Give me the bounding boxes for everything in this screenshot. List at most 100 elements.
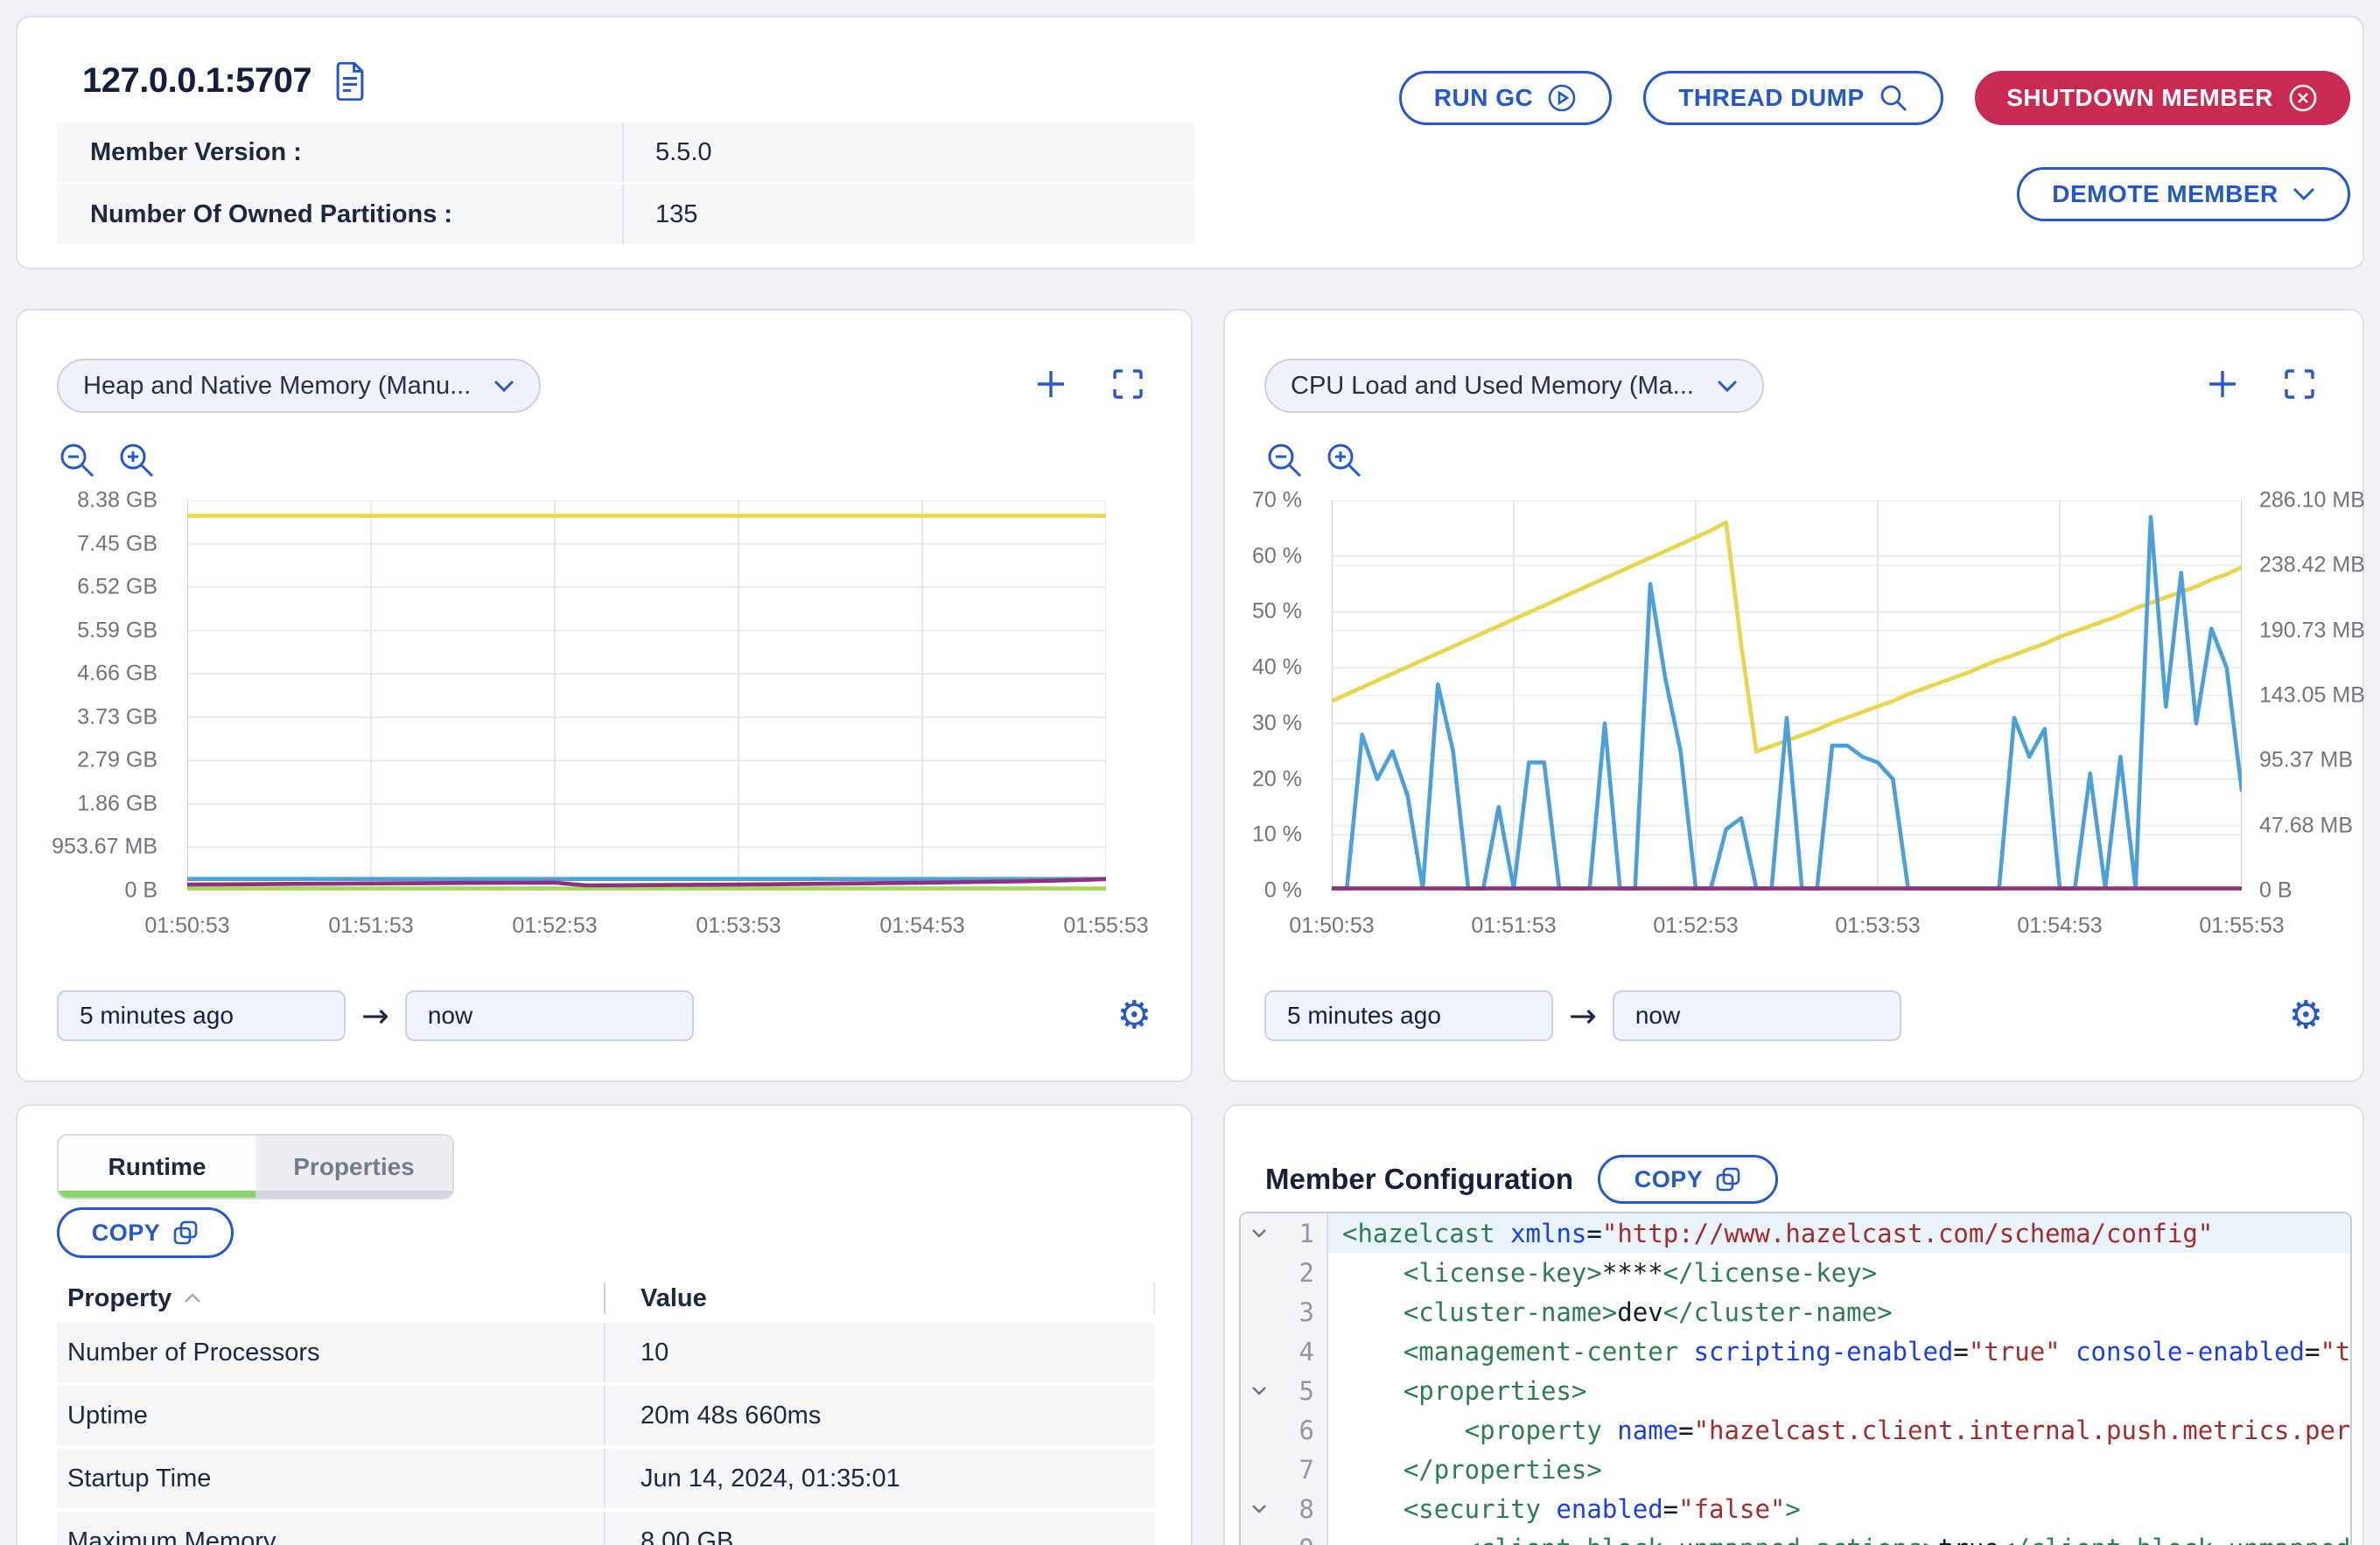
time-from-input[interactable] <box>57 990 346 1041</box>
x-axis-labels: 01:50:5301:51:5301:52:5301:53:5301:54:53… <box>187 905 1106 941</box>
tab-properties[interactable]: Properties <box>256 1136 452 1198</box>
demote-member-button[interactable]: DEMOTE MEMBER <box>2017 167 2350 221</box>
add-chart-icon[interactable] <box>2205 367 2240 402</box>
runtime-tabs: Runtime Properties <box>57 1134 454 1199</box>
x-axis-tick-label: 01:50:53 <box>144 913 229 939</box>
code-line: 6 <property name="hazelcast.client.inter… <box>1241 1410 2352 1450</box>
fold-gutter <box>1241 1332 1278 1371</box>
chart-selector-label: CPU Load and Used Memory (Ma... <box>1291 372 1694 401</box>
x-circle-icon <box>2287 82 2319 114</box>
time-to-input[interactable] <box>1613 990 1901 1041</box>
run-gc-label: RUN GC <box>1434 84 1533 112</box>
add-chart-icon[interactable] <box>1033 367 1068 402</box>
gear-icon[interactable]: ⚙ <box>1117 996 1152 1035</box>
fold-gutter <box>1241 1410 1278 1450</box>
code-line: 1<hazelcast xmlns="http://www.hazelcast.… <box>1241 1213 2352 1253</box>
zoom-in-icon[interactable] <box>1324 440 1364 480</box>
arrow-right-icon: → <box>1569 996 1597 1035</box>
demote-member-label: DEMOTE MEMBER <box>2052 180 2278 208</box>
cpu-used-memory-chart-card: CPU Load and Used Memory (Ma... 70 %60 %… <box>1223 309 2364 1082</box>
chart-plot-area[interactable] <box>187 500 1106 891</box>
series-cpu-load <box>1332 517 2242 888</box>
play-circle-icon <box>1547 83 1577 113</box>
fold-toggle-icon[interactable] <box>1241 1371 1278 1410</box>
tab-runtime-label: Runtime <box>108 1153 206 1181</box>
fold-gutter <box>1241 1528 1278 1545</box>
shutdown-member-button[interactable]: SHUTDOWN MEMBER <box>1975 71 2350 125</box>
code-line: 8 <security enabled="false"> <box>1241 1489 2352 1528</box>
member-info-table: Member Version :5.5.0Number Of Owned Par… <box>57 122 1194 247</box>
copy-runtime-button[interactable]: COPY <box>57 1207 234 1258</box>
code-text: <property name="hazelcast.client.interna… <box>1328 1410 2352 1450</box>
zoom-out-icon[interactable] <box>57 440 97 480</box>
property-cell: Uptime <box>57 1386 606 1445</box>
copy-icon <box>172 1220 199 1246</box>
runtime-table-header: Property Value <box>57 1274 1155 1323</box>
property-cell: Number of Processors <box>57 1323 606 1382</box>
zoom-out-icon[interactable] <box>1264 440 1305 480</box>
x-axis-tick-label: 01:50:53 <box>1289 913 1374 939</box>
member-info-row: Number Of Owned Partitions :135 <box>57 185 1194 244</box>
zoom-in-icon[interactable] <box>116 440 157 480</box>
x-axis-tick-label: 01:55:53 <box>1063 913 1148 939</box>
y-axis-tick-label: 0 % <box>1264 878 1302 904</box>
code-line: 4 <management-center scripting-enabled="… <box>1241 1332 2352 1371</box>
y-axis-right-labels: 286.10 MB238.42 MB190.73 MB143.05 MB95.3… <box>2249 500 2364 891</box>
y-axis-tick-label: 8.38 GB <box>77 488 158 514</box>
active-tab-underline <box>59 1191 256 1198</box>
fold-toggle-icon[interactable] <box>1241 1489 1278 1528</box>
member-info-label: Number Of Owned Partitions : <box>57 185 624 244</box>
thread-dump-button[interactable]: THREAD DUMP <box>1643 71 1943 125</box>
property-cell: Startup Time <box>57 1449 606 1508</box>
code-line: 9 <client-block-unmapped-actions>true</c… <box>1241 1528 2352 1545</box>
line-number: 2 <box>1278 1253 1328 1292</box>
chart-metric-selector[interactable]: Heap and Native Memory (Manu... <box>57 359 541 413</box>
line-number: 8 <box>1278 1489 1328 1528</box>
value-cell: Jun 14, 2024, 01:35:01 <box>606 1465 900 1493</box>
member-configuration-card: Member Configuration COPY 1<hazelcast xm… <box>1223 1104 2364 1545</box>
y-axis-tick-label: 953.67 MB <box>52 835 158 860</box>
member-info-value: 5.5.0 <box>624 138 712 167</box>
code-line: 3 <cluster-name>dev</cluster-name> <box>1241 1292 2352 1332</box>
y-axis-tick-label: 30 % <box>1252 710 1302 736</box>
x-axis-tick-label: 01:55:53 <box>2199 913 2284 939</box>
value-cell: 10 <box>606 1339 668 1367</box>
chevron-down-icon <box>1717 380 1738 393</box>
xml-code-editor[interactable]: 1<hazelcast xmlns="http://www.hazelcast.… <box>1239 1212 2352 1545</box>
copy-configuration-button[interactable]: COPY <box>1598 1155 1778 1204</box>
y-axis-tick-label: 7.45 GB <box>77 531 158 556</box>
line-number: 3 <box>1278 1292 1328 1332</box>
page-title: 127.0.0.1:5707 <box>82 61 312 101</box>
chevron-down-icon <box>494 380 514 393</box>
line-number: 4 <box>1278 1332 1328 1371</box>
column-header-property[interactable]: Property <box>57 1283 606 1314</box>
chevron-down-icon <box>2292 187 2315 201</box>
sort-asc-icon <box>184 1293 201 1304</box>
y-axis-tick-label: 95.37 MB <box>2259 748 2353 773</box>
run-gc-button[interactable]: RUN GC <box>1399 71 1612 125</box>
runtime-panel-card: Runtime Properties COPY Property Value N… <box>16 1104 1193 1545</box>
member-configuration-title: Member Configuration <box>1265 1163 1573 1196</box>
code-text: <cluster-name>dev</cluster-name> <box>1328 1292 2352 1332</box>
line-number: 7 <box>1278 1450 1328 1489</box>
y-axis-tick-label: 40 % <box>1252 655 1302 681</box>
fullscreen-icon[interactable] <box>2282 367 2317 402</box>
x-axis-labels: 01:50:5301:51:5301:52:5301:53:5301:54:53… <box>1332 905 2242 941</box>
copy-label: COPY <box>92 1220 161 1247</box>
x-axis-tick-label: 01:54:53 <box>2017 913 2102 939</box>
column-header-value: Value <box>606 1283 1155 1314</box>
time-to-input[interactable] <box>405 990 694 1041</box>
y-axis-tick-label: 5.59 GB <box>77 618 158 643</box>
document-icon[interactable] <box>334 62 366 101</box>
y-axis-tick-label: 60 % <box>1252 543 1302 569</box>
fold-toggle-icon[interactable] <box>1241 1213 1278 1253</box>
time-from-input[interactable] <box>1264 990 1553 1041</box>
chart-metric-selector[interactable]: CPU Load and Used Memory (Ma... <box>1264 359 1764 413</box>
gear-icon[interactable]: ⚙ <box>2289 996 2323 1035</box>
fullscreen-icon[interactable] <box>1110 367 1145 402</box>
chart-plot-area[interactable] <box>1332 500 2242 891</box>
copy-label: COPY <box>1634 1166 1704 1193</box>
tab-runtime[interactable]: Runtime <box>59 1136 256 1198</box>
value-cell: 20m 48s 660ms <box>606 1402 821 1430</box>
fold-gutter <box>1241 1292 1278 1332</box>
